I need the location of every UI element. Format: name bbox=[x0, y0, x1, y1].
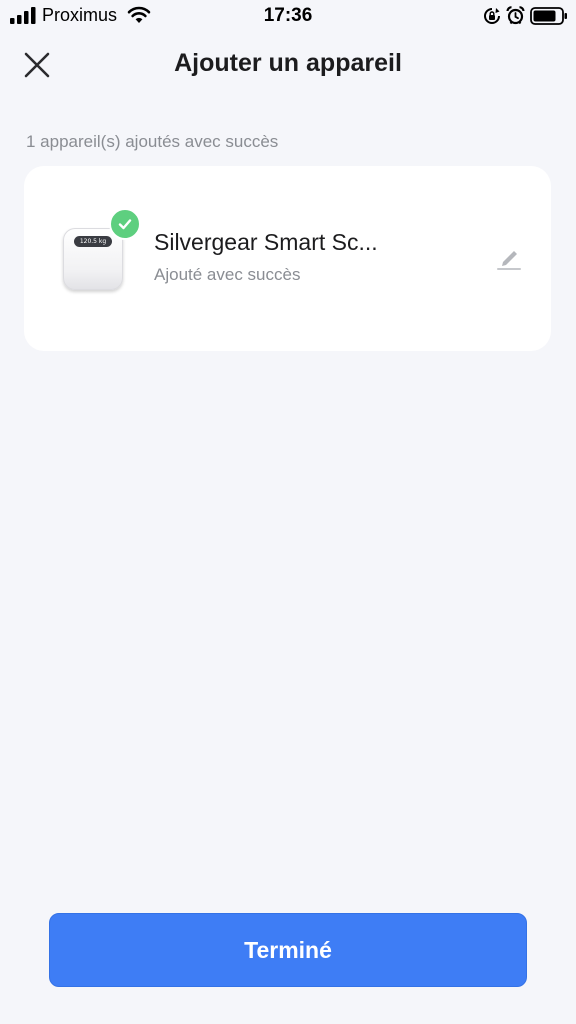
status-bar: Proximus 17:36 bbox=[0, 0, 576, 32]
success-check-badge bbox=[109, 208, 141, 240]
alarm-icon bbox=[506, 6, 525, 25]
device-name: Silvergear Smart Sc... bbox=[154, 229, 378, 255]
scale-display: 120.5 kg bbox=[74, 236, 112, 247]
device-status: Ajouté avec succès bbox=[154, 265, 301, 284]
smart-scale-image: 120.5 kg bbox=[63, 228, 123, 290]
page-title: Ajouter un appareil bbox=[174, 49, 402, 77]
lock-rotation-icon bbox=[484, 8, 500, 24]
added-devices-summary: 1 appareil(s) ajoutés avec succès bbox=[26, 132, 279, 151]
battery-icon bbox=[530, 7, 567, 25]
done-button[interactable]: Terminé bbox=[49, 913, 527, 987]
edit-name-button[interactable] bbox=[494, 242, 524, 272]
pencil-icon bbox=[497, 251, 521, 270]
checkmark-icon bbox=[118, 219, 132, 230]
device-card[interactable]: 120.5 kg Silvergear Smart Sc... Ajouté a… bbox=[24, 166, 551, 351]
